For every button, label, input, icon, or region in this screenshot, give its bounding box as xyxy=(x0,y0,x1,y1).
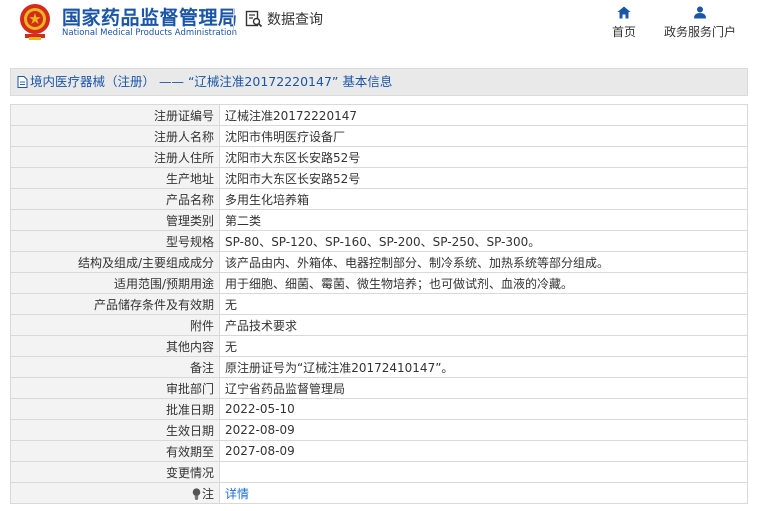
field-value: 产品技术要求 xyxy=(219,314,748,336)
table-row: 产品名称 多用生化培养箱 xyxy=(10,188,748,210)
table-row: 结构及组成/主要组成成分 该产品由内、外箱体、电器控制部分、制冷系统、加热系统等部… xyxy=(10,251,748,273)
nav-service-label: 政务服务门户 xyxy=(663,25,736,39)
table-row: 适用范围/预期用途 用于细胞、细菌、霉菌、微生物培养；也可做试剂、血液的冷藏。 xyxy=(10,272,748,294)
table-row: 变更情况 xyxy=(10,461,748,483)
field-label: 注册人住所 xyxy=(10,146,220,168)
field-value: SP-80、SP-120、SP-160、SP-200、SP-250、SP-300… xyxy=(219,230,748,252)
breadcrumb: 境内医疗器械（注册） —— “辽械注准20172220147” 基本信息 xyxy=(10,68,748,96)
note-label: 注 xyxy=(201,486,214,501)
lightbulb-icon xyxy=(192,487,201,500)
field-value: 无 xyxy=(219,293,748,315)
field-label: 型号规格 xyxy=(10,230,220,252)
field-value: 2027-08-09 xyxy=(219,440,748,462)
table-row: 附件 产品技术要求 xyxy=(10,314,748,336)
table-row: 管理类别 第二类 xyxy=(10,209,748,231)
user-icon xyxy=(694,6,706,19)
field-label: 注册人名称 xyxy=(10,125,220,147)
table-row: 型号规格 SP-80、SP-120、SP-160、SP-200、SP-250、SP… xyxy=(10,230,748,252)
field-label: 审批部门 xyxy=(10,377,220,399)
field-label: 结构及组成/主要组成成分 xyxy=(10,251,220,273)
field-value xyxy=(219,461,748,483)
table-row: 其他内容无 xyxy=(10,335,748,357)
field-label: 产品名称 xyxy=(10,188,220,210)
field-value: 多用生化培养箱 xyxy=(219,188,748,210)
search-doc-icon xyxy=(245,10,263,28)
table-row: 生产地址 沈阳市大东区长安路52号 xyxy=(10,167,748,189)
field-label: 生效日期 xyxy=(10,419,220,441)
field-label: 附件 xyxy=(10,314,220,336)
nav-home[interactable]: 首页 xyxy=(608,6,640,40)
site-header: 国家药品监督管理局 National Medical Products Admi… xyxy=(0,0,758,58)
field-label: 批准日期 xyxy=(10,398,220,420)
national-emblem-icon xyxy=(20,4,50,40)
field-value: 第二类 xyxy=(219,209,748,231)
table-row: 备注 原注册证号为“辽械注准20172410147”。 xyxy=(10,356,748,378)
table-row: 有效期至 2027-08-09 xyxy=(10,440,748,462)
table-row: 生效日期 2022-08-09 xyxy=(10,419,748,441)
field-value: 沈阳市大东区长安路52号 xyxy=(219,146,748,168)
field-value: 沈阳市伟明医疗设备厂 xyxy=(219,125,748,147)
home-icon xyxy=(617,6,631,19)
breadcrumb-text: 境内医疗器械（注册） —— “辽械注准20172220147” 基本信息 xyxy=(30,74,393,89)
field-label: 备注 xyxy=(10,356,220,378)
field-label: 有效期至 xyxy=(10,440,220,462)
field-label: 产品储存条件及有效期 xyxy=(10,293,220,315)
header-divider xyxy=(233,8,234,34)
detail-table: 注册证编号 辽械注准20172220147 注册人名称 沈阳市伟明医疗设备厂 注册人住所… xyxy=(10,104,748,504)
table-row-note: 注详情 xyxy=(10,482,748,504)
table-row: 注册人住所 沈阳市大东区长安路52号 xyxy=(10,146,748,168)
field-value: 原注册证号为“辽械注准20172410147”。 xyxy=(219,356,748,378)
table-row: 批准日期 2022-05-10 xyxy=(10,398,748,420)
field-label: 管理类别 xyxy=(10,209,220,231)
field-value: 辽宁省药品监督管理局 xyxy=(219,377,748,399)
field-value: 无 xyxy=(219,335,748,357)
details-link[interactable]: 详情 xyxy=(225,487,249,501)
field-value: 沈阳市大东区长安路52号 xyxy=(219,167,748,189)
field-value: 2022-08-09 xyxy=(219,419,748,441)
brand-title-en[interactable]: National Medical Products Administration xyxy=(62,28,237,38)
note-value-cell: 详情 xyxy=(219,482,748,504)
brand-title-cn[interactable]: 国家药品监督管理局 xyxy=(62,3,238,30)
field-value: 辽械注准20172220147 xyxy=(219,104,748,126)
detail-table-body: 注册证编号 辽械注准20172220147 注册人名称 沈阳市伟明医疗设备厂 注册人住所… xyxy=(10,104,748,504)
note-label-cell: 注 xyxy=(10,482,220,504)
field-value: 用于细胞、细菌、霉菌、微生物培养；也可做试剂、血液的冷藏。 xyxy=(219,272,748,294)
data-query-label: 数据查询 xyxy=(267,12,323,28)
main-content: 境内医疗器械（注册） —— “辽械注准20172220147” 基本信息 注册证… xyxy=(10,68,748,504)
field-label: 生产地址 xyxy=(10,167,220,189)
field-label: 变更情况 xyxy=(10,461,220,483)
field-label: 其他内容 xyxy=(10,335,220,357)
nav-service-portal[interactable]: 政务服务门户 xyxy=(660,6,740,40)
field-value: 2022-05-10 xyxy=(219,398,748,420)
field-label: 适用范围/预期用途 xyxy=(10,272,220,294)
nav-home-label: 首页 xyxy=(611,25,636,39)
table-row: 注册人名称 沈阳市伟明医疗设备厂 xyxy=(10,125,748,147)
field-label: 注册证编号 xyxy=(10,104,220,126)
field-value: 该产品由内、外箱体、电器控制部分、制冷系统、加热系统等部分组成。 xyxy=(219,251,748,273)
document-icon xyxy=(17,76,28,88)
table-row: 注册证编号 辽械注准20172220147 xyxy=(10,104,748,126)
table-row: 产品储存条件及有效期无 xyxy=(10,293,748,315)
data-query-link[interactable]: 数据查询 xyxy=(245,9,323,29)
table-row: 审批部门 辽宁省药品监督管理局 xyxy=(10,377,748,399)
